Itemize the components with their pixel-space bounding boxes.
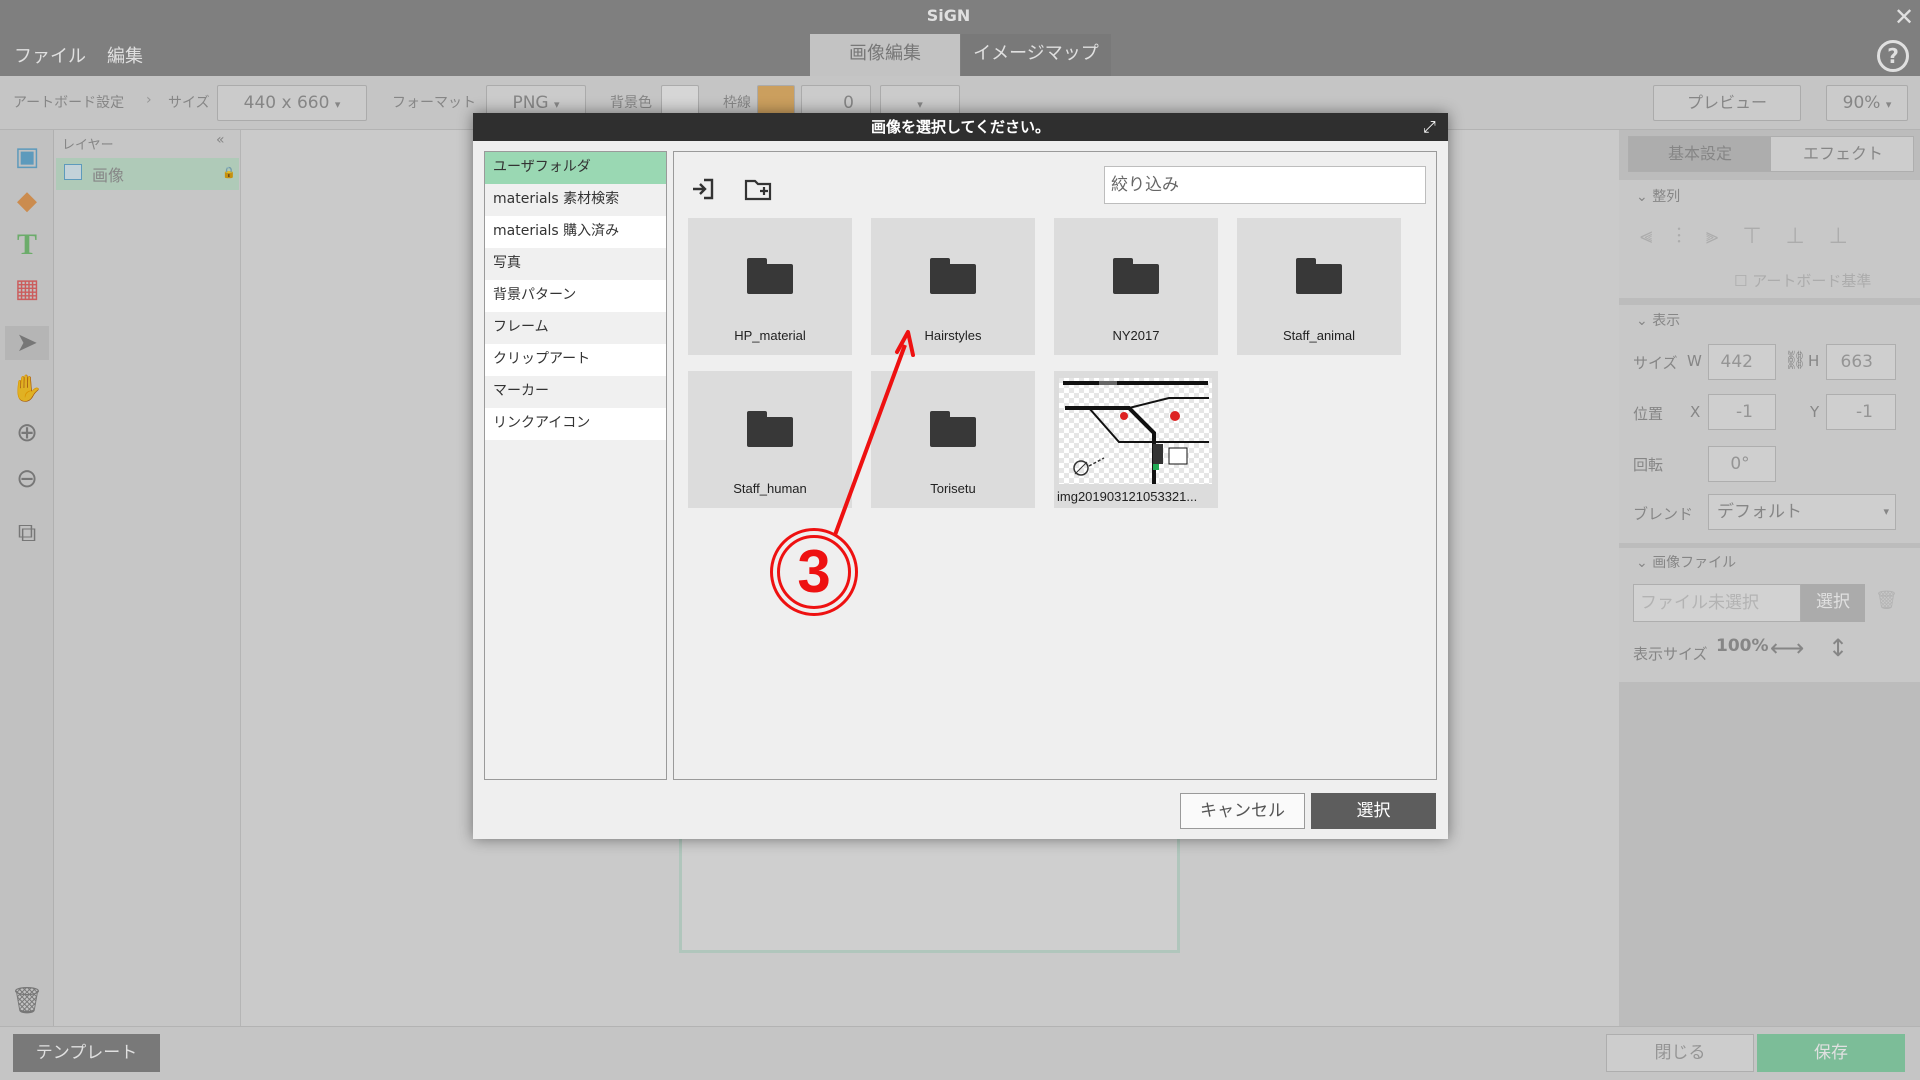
- annotation-arrow: [833, 330, 915, 536]
- annotation-step-marker: 3: [770, 528, 858, 616]
- app-window: SiGN ✕ ファイル 編集 画像編集 イメージマップ ? アートボード設定 ›…: [0, 0, 1920, 1080]
- annotation-number: 3: [797, 538, 831, 605]
